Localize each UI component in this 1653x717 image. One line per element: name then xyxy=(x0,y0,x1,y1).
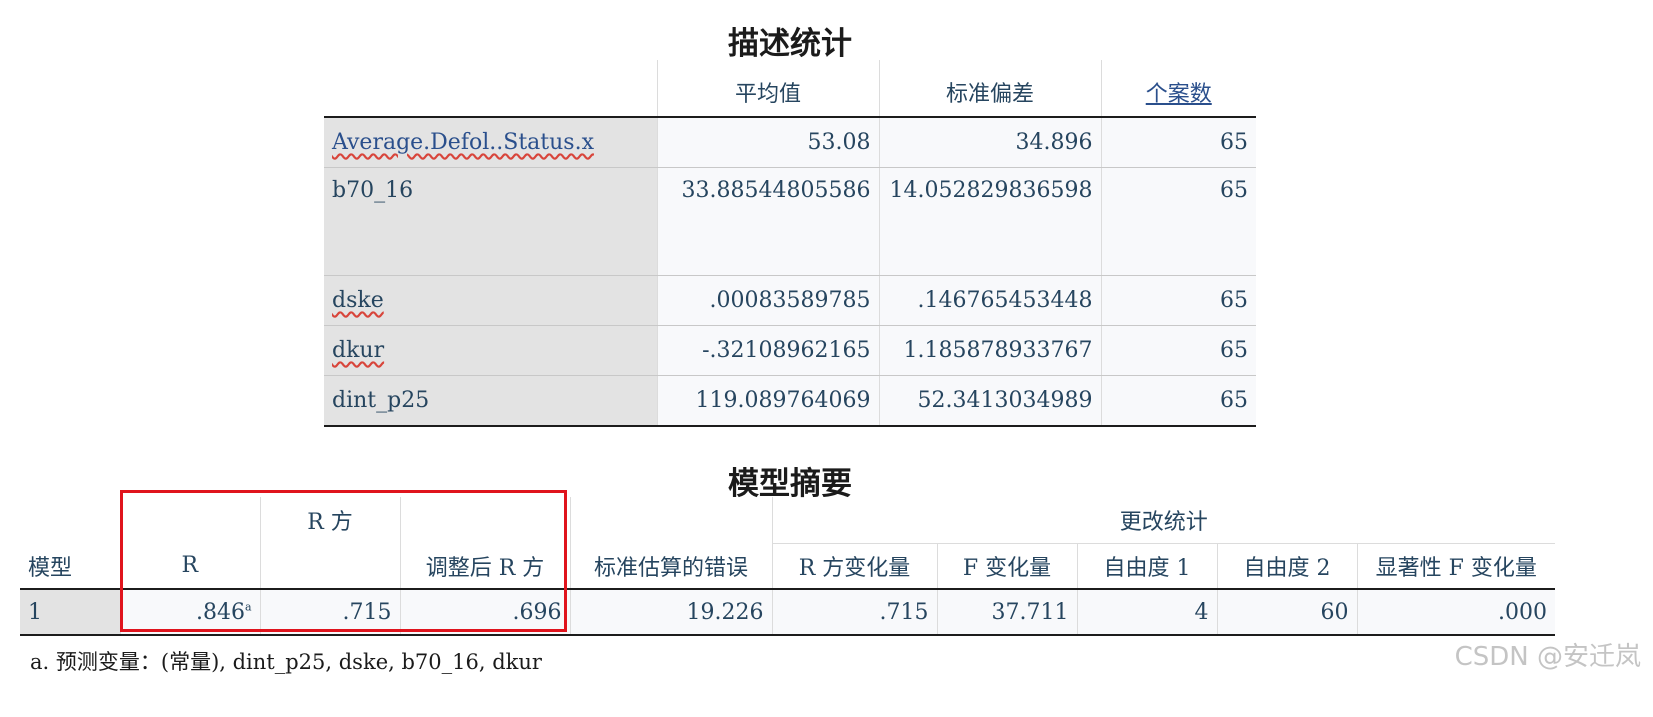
cell-df2: 60 xyxy=(1216,589,1357,636)
header-se: 标准估算的错误 xyxy=(569,543,772,590)
cell-se: 19.226 xyxy=(569,589,772,636)
header-r: R xyxy=(120,543,260,590)
cell-r2: .715 xyxy=(259,589,400,636)
cell-mean: 53.08 xyxy=(656,117,879,168)
header-blank xyxy=(569,497,772,544)
watermark: CSDN @安迁岚 xyxy=(1454,642,1641,672)
header-f-change: F 变化量 xyxy=(936,543,1077,590)
cell-model: 1 xyxy=(20,589,120,636)
model-summary-table: R 方 更改统计 模型 R 调整后 R 方 标准估算的错误 R 方变化量 F 变… xyxy=(20,497,1555,636)
header-blank xyxy=(259,543,400,590)
row-label: b70_16 xyxy=(324,167,657,276)
header-r2-change: R 方变化量 xyxy=(771,543,937,590)
cell-r-value: .846 xyxy=(195,599,245,625)
variable-label: dkur xyxy=(332,338,385,363)
header-blank xyxy=(120,497,260,544)
row-label: dkur xyxy=(324,325,657,376)
cell-n: 65 xyxy=(1100,275,1256,326)
header-sig-f: 显著性 F 变化量 xyxy=(1356,543,1555,590)
cell-n: 65 xyxy=(1100,375,1256,427)
cell-r2-change: .715 xyxy=(771,589,937,636)
footnote: a. 预测变量：(常量), dint_p25, dske, b70_16, dk… xyxy=(30,650,542,674)
cell-df1: 4 xyxy=(1076,589,1217,636)
cell-sd: 52.3413034989 xyxy=(878,375,1101,427)
cell-r: .846a xyxy=(119,589,260,636)
header-model: 模型 xyxy=(20,543,120,590)
cell-sig-f: .000 xyxy=(1356,589,1555,636)
cell-n: 65 xyxy=(1100,167,1256,276)
header-n-link[interactable]: 个案数 xyxy=(1146,82,1212,107)
header-r2: R 方 xyxy=(259,497,400,544)
header-change-stats: 更改统计 xyxy=(771,497,1555,544)
descriptive-stats-title: 描述统计 xyxy=(728,26,852,62)
header-blank xyxy=(20,497,120,544)
cell-mean: 119.089764069 xyxy=(656,375,879,427)
variable-label: dske xyxy=(332,288,384,313)
header-blank xyxy=(324,60,657,118)
header-mean: 平均值 xyxy=(656,60,879,118)
header-sd: 标准偏差 xyxy=(878,60,1101,118)
cell-mean: -.32108962165 xyxy=(656,325,879,376)
header-adj-r2: 调整后 R 方 xyxy=(399,543,570,590)
cell-n: 65 xyxy=(1100,117,1256,168)
cell-mean: 33.88544805586 xyxy=(656,167,879,276)
row-label: dske xyxy=(324,275,657,326)
cell-sd: .146765453448 xyxy=(878,275,1101,326)
cell-n: 65 xyxy=(1100,325,1256,376)
cell-f-change: 37.711 xyxy=(936,589,1077,636)
cell-mean: .00083589785 xyxy=(656,275,879,326)
header-df2: 自由度 2 xyxy=(1216,543,1357,590)
cell-adj-r2: .696 xyxy=(399,589,570,636)
row-label: dint_p25 xyxy=(324,375,657,427)
header-blank xyxy=(399,497,570,544)
header-df1: 自由度 1 xyxy=(1076,543,1217,590)
footnote-marker: a xyxy=(244,600,252,614)
header-n[interactable]: 个案数 xyxy=(1100,60,1256,118)
row-label[interactable]: Average.Defol..Status.x xyxy=(324,117,657,168)
variable-link[interactable]: Average.Defol..Status.x xyxy=(332,130,594,155)
cell-sd: 1.185878933767 xyxy=(878,325,1101,376)
cell-sd: 34.896 xyxy=(878,117,1101,168)
cell-sd: 14.052829836598 xyxy=(878,167,1101,276)
descriptive-stats-table: 平均值 标准偏差 个案数 Average.Defol..Status.x 53.… xyxy=(324,60,1256,427)
